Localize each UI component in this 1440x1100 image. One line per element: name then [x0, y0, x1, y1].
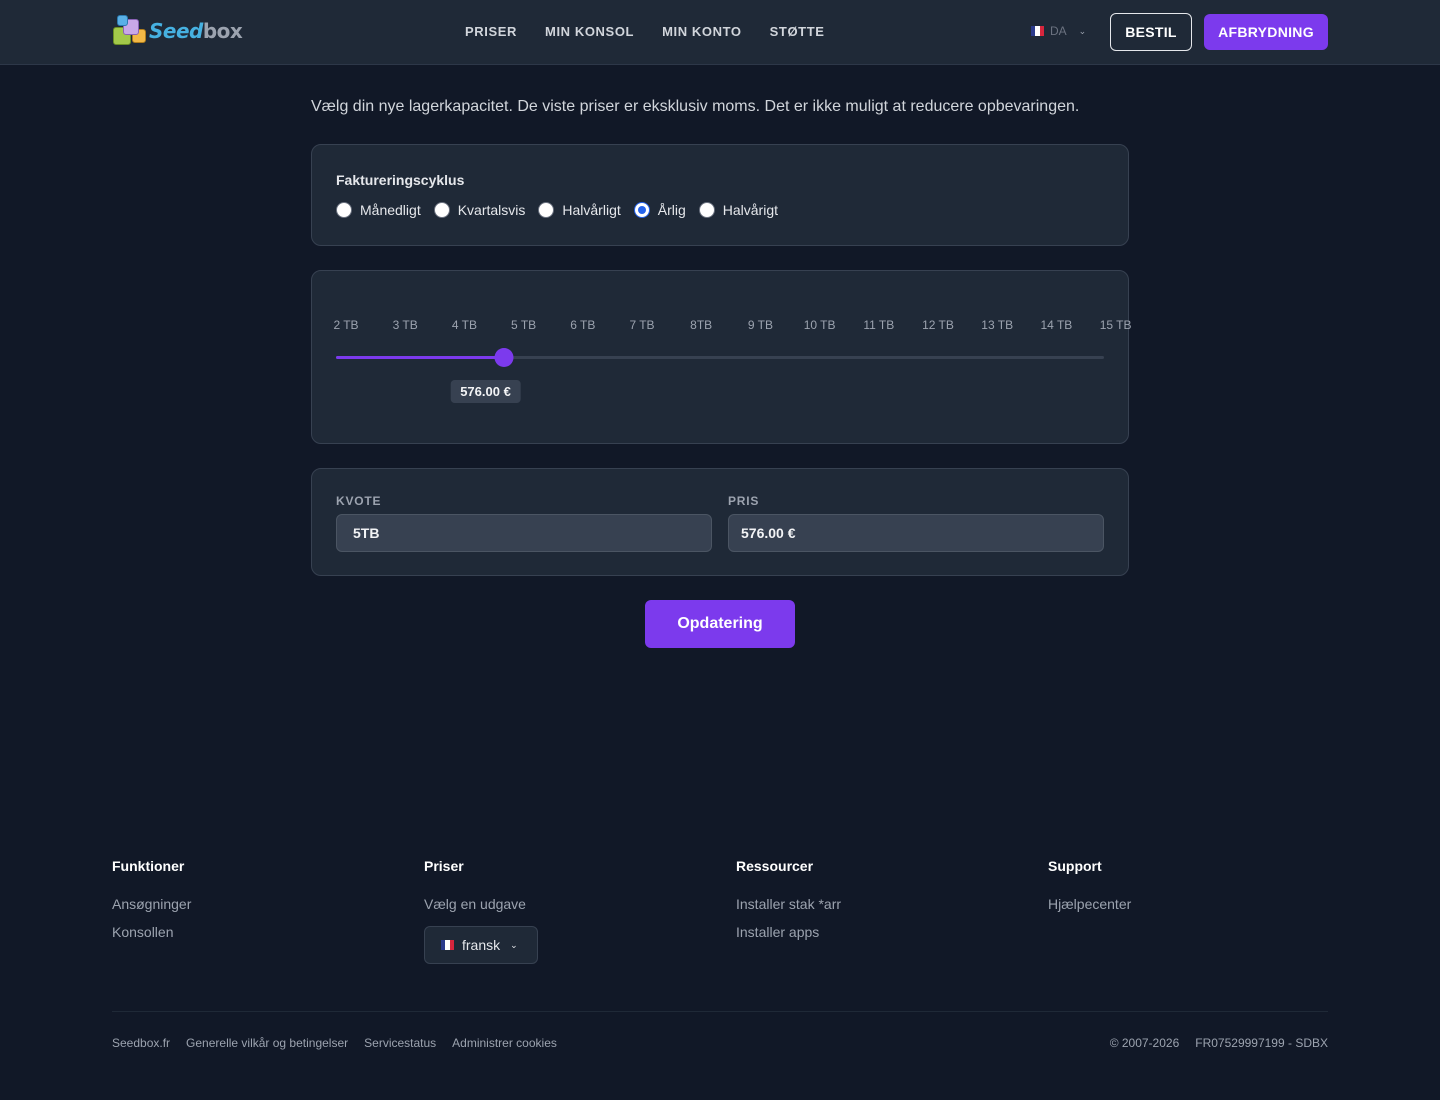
- slider-tick-label: 10 TB: [803, 318, 836, 332]
- footer-link-console[interactable]: Konsollen: [112, 924, 191, 942]
- cancel-subscription-button[interactable]: AFBRYDNING: [1204, 14, 1328, 50]
- seedbox-logo[interactable]: Seedbox: [113, 14, 243, 48]
- slider-tick-label: 7 TB: [629, 318, 655, 332]
- storage-slider-track[interactable]: [336, 348, 1104, 367]
- slider-tick-label: 14 TB: [1040, 318, 1073, 332]
- nav-item-min-konto[interactable]: MIN KONTO: [662, 24, 742, 39]
- price-value: 576.00 €: [741, 525, 796, 541]
- slider-tick-label: 3 TB: [392, 318, 418, 332]
- price-bubble: 576.00 €: [450, 380, 521, 403]
- storage-slider-card: 2 TB 3 TB 4 TB 5 TB 6 TB 7 TB 8TB 9 TB 10 TB 11 T…: [311, 270, 1132, 444]
- footer-link-seedbox-fr[interactable]: Seedbox.fr: [112, 1036, 170, 1050]
- footer-column-title: Priser: [424, 858, 464, 874]
- billing-option-label: Halvårigt: [722, 202, 779, 218]
- intro-text: Vælg din nye lagerkapacitet. De viste pr…: [311, 98, 1080, 115]
- chevron-down-icon: ⌄: [510, 939, 518, 950]
- billing-cycle-label: Faktureringscyklus: [336, 172, 465, 188]
- logo-text: Seedbox: [149, 19, 243, 43]
- footer-link-terms[interactable]: Generelle vilkår og betingelser: [186, 1036, 348, 1050]
- footer-column-title: Ressourcer: [736, 858, 814, 874]
- footer-link-applications[interactable]: Ansøgninger: [112, 896, 191, 914]
- quota-value: 5TB: [353, 525, 380, 541]
- footer-link-install-apps[interactable]: Installer apps: [736, 924, 841, 942]
- billing-cycle-options: Månedligt Kvartalsvis Halvårligt Årlig H…: [336, 202, 791, 218]
- billing-option-quarterly[interactable]: Kvartalsvis: [433, 202, 526, 218]
- update-button[interactable]: Opdatering: [645, 600, 795, 648]
- logo-text-seed: Seed: [149, 19, 203, 43]
- quota-label: KVOTE: [336, 494, 382, 508]
- logo-text-box: box: [202, 19, 243, 43]
- company-id-text: FR07529997199 - SDBX: [1195, 1036, 1328, 1050]
- footer-column-features: Funktioner Ansøgninger Konsollen: [112, 858, 191, 952]
- price-field: 576.00 €: [728, 514, 1104, 552]
- footer-language-select[interactable]: fransk ⌄: [424, 926, 538, 964]
- top-header: Seedbox PRISER MIN KONSOL MIN KONTO STØT…: [0, 0, 1440, 65]
- footer-column-pricing: Priser Vælg en udgave fransk ⌄: [424, 858, 538, 964]
- slider-tick-label: 11 TB: [863, 318, 895, 332]
- footer-bottom-links: Seedbox.fr Generelle vilkår og betingels…: [112, 1036, 557, 1050]
- storage-slider-fill: [336, 356, 504, 359]
- logo-cubes-icon: [113, 15, 147, 47]
- footer-column-support: Support Hjælpecenter: [1048, 858, 1131, 924]
- footer-column-title: Funktioner: [112, 858, 185, 874]
- billing-option-semiannual-2[interactable]: Halvårigt: [698, 202, 779, 218]
- language-switcher[interactable]: DA ⌄: [1031, 24, 1086, 38]
- chevron-down-icon: ⌄: [1078, 25, 1087, 36]
- french-flag-icon: [441, 940, 454, 950]
- slider-tick-label: 4 TB: [451, 318, 477, 332]
- billing-option-label: Månedligt: [360, 202, 421, 218]
- billing-option-annual[interactable]: Årlig: [633, 202, 686, 218]
- radio-button[interactable]: [633, 202, 650, 218]
- footer-link-manage-cookies[interactable]: Administrer cookies: [452, 1036, 557, 1050]
- slider-tick-label: 6 TB: [570, 318, 596, 332]
- billing-option-monthly[interactable]: Månedligt: [336, 202, 421, 218]
- footer-legal: © 2007-2026 FR07529997199 - SDBX: [1110, 1036, 1328, 1050]
- price-label: PRIS: [728, 494, 760, 508]
- billing-option-label: Kvartalsvis: [457, 202, 526, 218]
- slider-tick-label: 8TB: [690, 318, 713, 332]
- nav-item-stotte[interactable]: STØTTE: [770, 24, 825, 39]
- footer-language-value: fransk: [462, 937, 501, 953]
- footer-divider: [112, 1011, 1328, 1012]
- footer-link-service-status[interactable]: Servicestatus: [364, 1036, 436, 1050]
- copyright-text: © 2007-2026: [1109, 1036, 1180, 1050]
- footer-column-resources: Ressourcer Installer stak *arr Installer…: [736, 858, 841, 952]
- slider-tick-labels: 2 TB 3 TB 4 TB 5 TB 6 TB 7 TB 8TB 9 TB 10 TB 11 T…: [312, 318, 1132, 332]
- footer-column-title: Support: [1048, 858, 1102, 874]
- billing-cycle-card: Faktureringscyklus Månedligt Kvartalsvis…: [311, 144, 1129, 246]
- slider-tick-label: 9 TB: [747, 318, 773, 332]
- slider-tick-label: 5 TB: [511, 318, 537, 332]
- billing-option-label: Årlig: [657, 202, 686, 218]
- slider-tick-label: 13 TB: [981, 318, 1014, 332]
- language-code: DA: [1050, 24, 1067, 38]
- slider-tick-label: 2 TB: [333, 318, 359, 332]
- billing-option-semiannual[interactable]: Halvårligt: [538, 202, 621, 218]
- storage-slider-thumb[interactable]: [494, 348, 513, 367]
- billing-option-label: Halvårligt: [562, 202, 621, 218]
- slider-tick-label: 12 TB: [922, 318, 954, 332]
- nav-item-min-konsol[interactable]: MIN KONSOL: [545, 24, 634, 39]
- french-flag-icon: [1031, 26, 1044, 36]
- footer-link-install-arr-stack[interactable]: Installer stak *arr: [736, 896, 841, 914]
- order-button[interactable]: BESTIL: [1110, 13, 1192, 51]
- radio-button[interactable]: [433, 202, 450, 218]
- footer-link-help-center[interactable]: Hjælpecenter: [1048, 896, 1131, 914]
- nav-item-priser[interactable]: PRISER: [465, 24, 517, 39]
- radio-button[interactable]: [538, 202, 555, 218]
- main-nav: PRISER MIN KONSOL MIN KONTO STØTTE: [465, 24, 825, 39]
- slider-tick-label: 15 TB: [1099, 318, 1132, 332]
- radio-button[interactable]: [336, 202, 352, 218]
- summary-card: KVOTE 5TB PRIS 576.00 €: [311, 468, 1129, 576]
- footer-link-choose-edition[interactable]: Vælg en udgave: [424, 896, 538, 914]
- quota-field: 5TB: [336, 514, 712, 552]
- radio-button[interactable]: [698, 202, 715, 218]
